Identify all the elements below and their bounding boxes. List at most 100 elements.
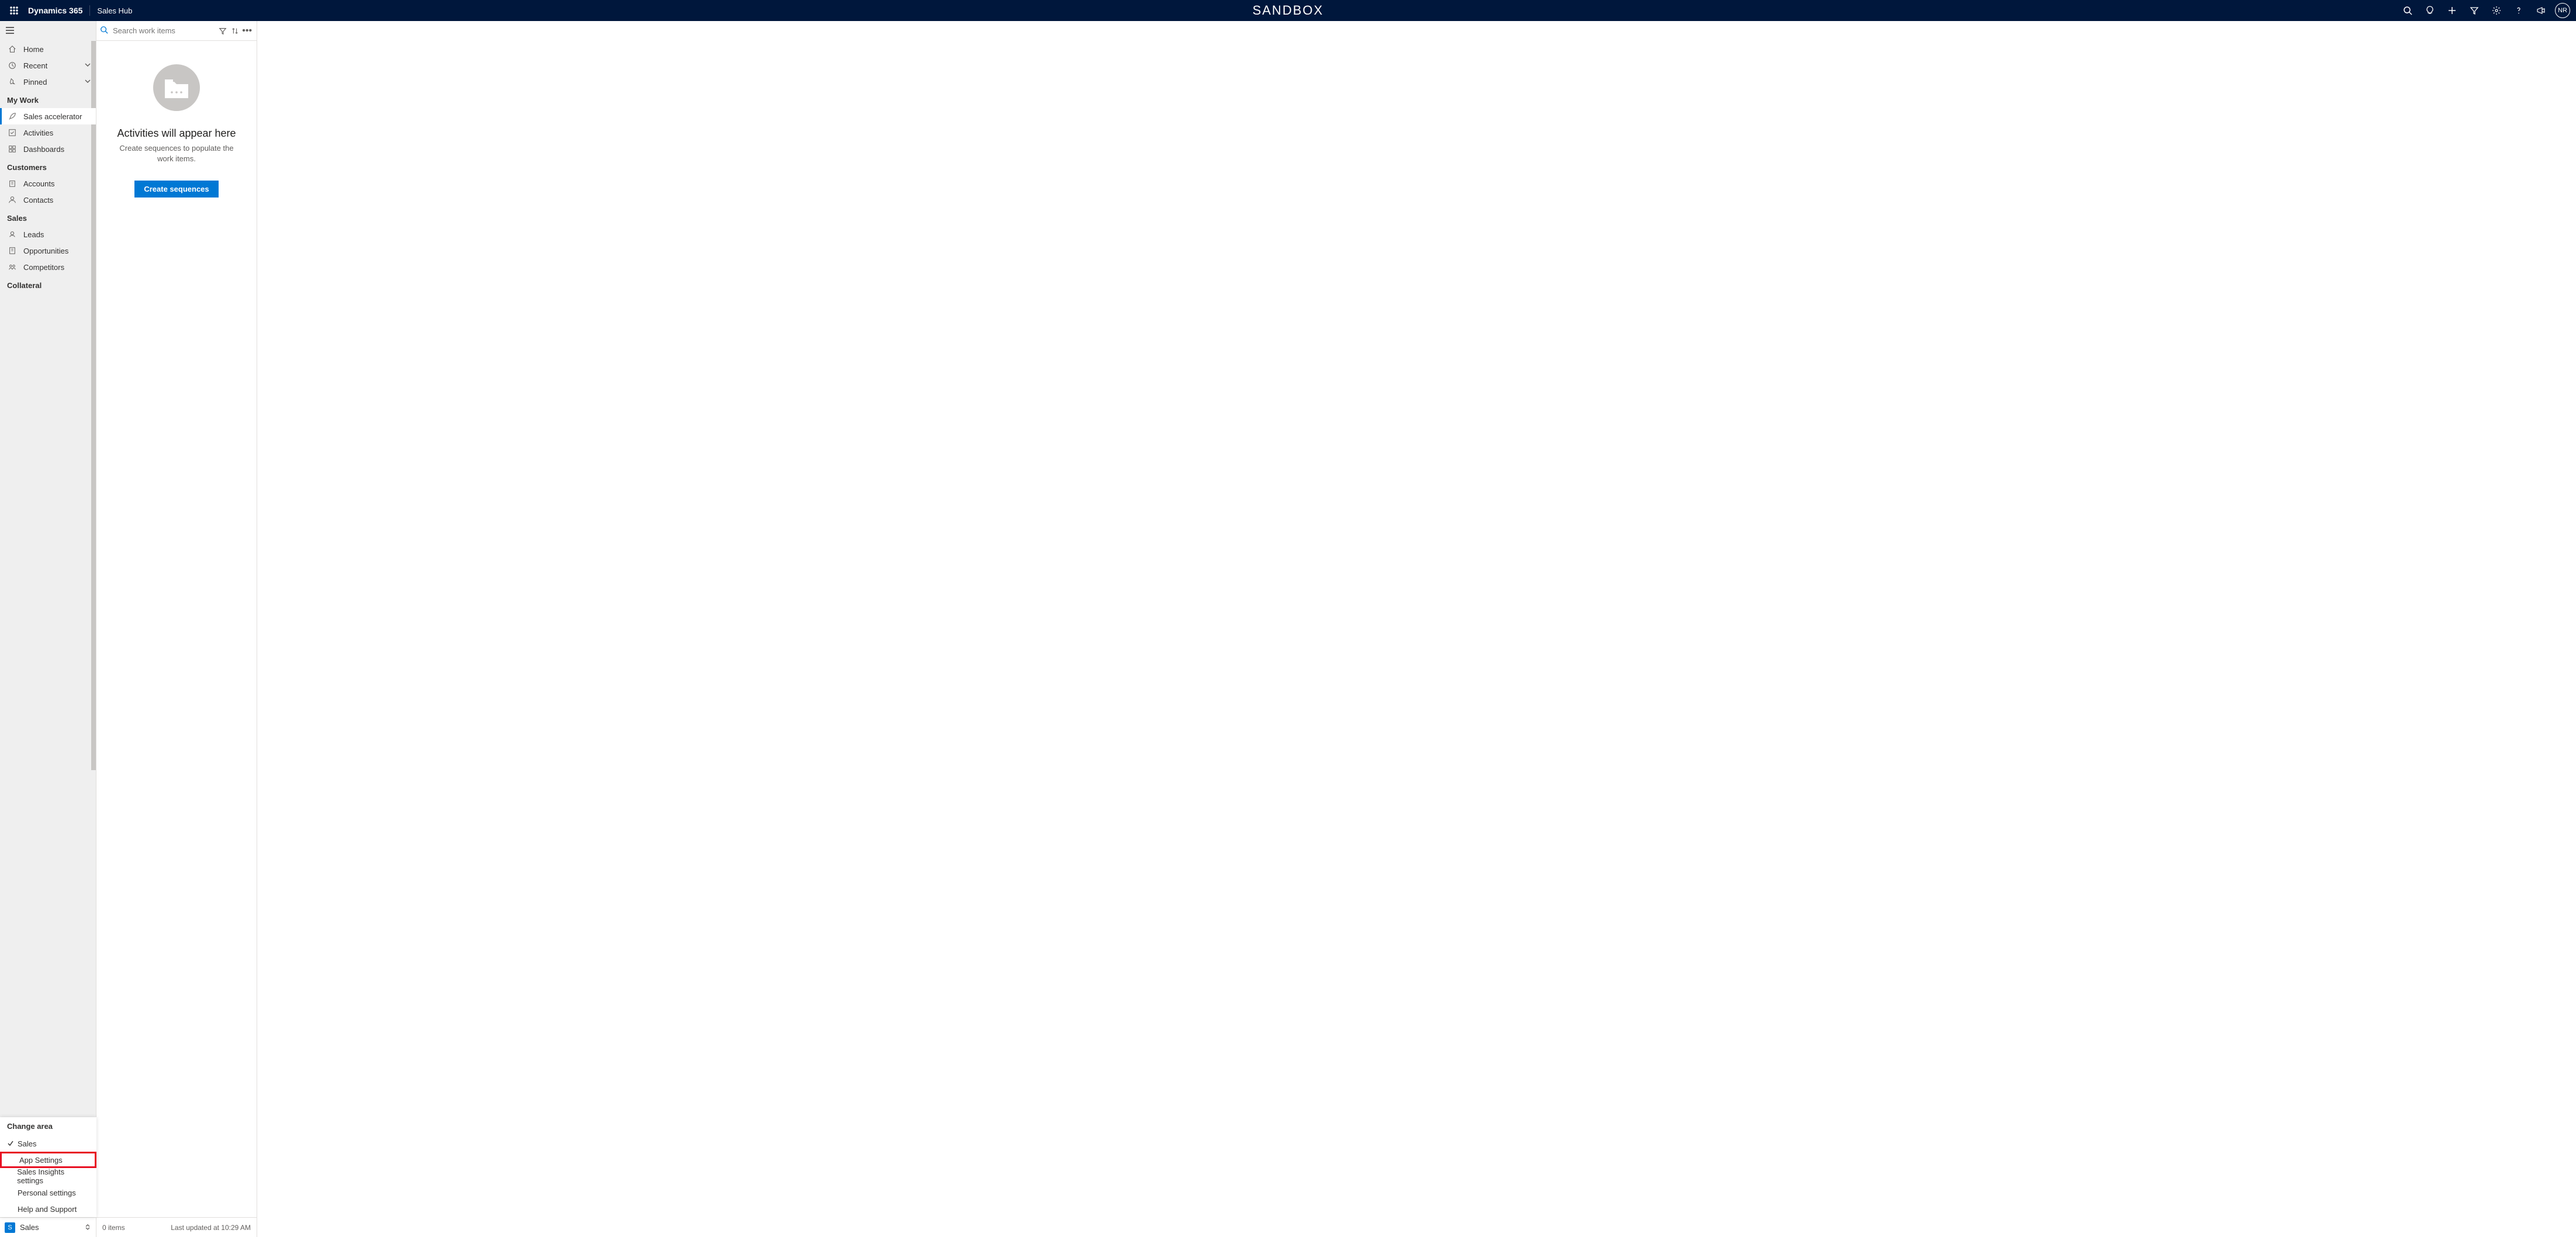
nav-collapse-button[interactable] bbox=[5, 25, 15, 37]
work-statusbar: 0 items Last updated at 10:29 AM bbox=[96, 1217, 257, 1237]
nav-competitors[interactable]: Competitors bbox=[0, 259, 96, 275]
work-empty-state: Activities will appear here Create seque… bbox=[96, 41, 257, 1217]
area-option-insights[interactable]: Sales Insights settings bbox=[0, 1168, 96, 1184]
nav-home[interactable]: Home bbox=[0, 41, 96, 57]
dashboard-icon bbox=[8, 145, 20, 153]
nav-label: Recent bbox=[23, 61, 47, 70]
share-button[interactable] bbox=[2530, 0, 2551, 21]
funnel-icon bbox=[2470, 6, 2479, 15]
help-button[interactable] bbox=[2508, 0, 2529, 21]
nav-opportunities[interactable]: Opportunities bbox=[0, 242, 96, 259]
settings-button[interactable] bbox=[2486, 0, 2507, 21]
area-option-label: Sales Insights settings bbox=[17, 1167, 89, 1185]
nav-group-mywork: My Work bbox=[0, 90, 96, 108]
sort-icon bbox=[231, 27, 239, 35]
user-avatar[interactable]: NR bbox=[2555, 3, 2570, 18]
app-launcher-button[interactable] bbox=[4, 0, 25, 21]
nav-sales-accelerator[interactable]: Sales accelerator bbox=[0, 108, 96, 124]
folder-icon bbox=[164, 76, 189, 99]
empty-illustration bbox=[153, 64, 200, 111]
global-header: Dynamics 365 Sales Hub SANDBOX NR bbox=[0, 0, 2576, 21]
change-area-flyout: Change area Sales App Settings Sales Ins… bbox=[0, 1117, 96, 1217]
nav-label: Pinned bbox=[23, 78, 47, 86]
waffle-icon bbox=[9, 6, 19, 15]
checklist-icon bbox=[8, 129, 20, 137]
area-option-help[interactable]: Help and Support bbox=[0, 1201, 96, 1217]
area-option-sales[interactable]: Sales bbox=[0, 1135, 96, 1152]
separator bbox=[89, 5, 90, 16]
site-nav: Home Recent Pinned My Work Sales acceler… bbox=[0, 21, 96, 1237]
area-option-label: Help and Support bbox=[18, 1205, 77, 1214]
lightbulb-icon bbox=[2425, 6, 2435, 15]
global-filter-button[interactable] bbox=[2464, 0, 2485, 21]
hamburger-icon bbox=[5, 25, 15, 36]
check-icon bbox=[7, 1140, 18, 1147]
nav-label: Accounts bbox=[23, 179, 54, 188]
area-option-app-settings[interactable]: App Settings bbox=[0, 1152, 96, 1168]
work-sort-button[interactable] bbox=[229, 27, 241, 35]
question-icon bbox=[2514, 6, 2523, 15]
nav-scrollbar[interactable] bbox=[91, 41, 96, 770]
pin-icon bbox=[8, 78, 20, 86]
person-icon bbox=[8, 196, 20, 204]
create-sequences-button[interactable]: Create sequences bbox=[134, 181, 218, 197]
home-icon bbox=[8, 45, 20, 53]
change-area-title: Change area bbox=[0, 1117, 96, 1135]
empty-title: Activities will appear here bbox=[117, 127, 236, 140]
work-search-input[interactable] bbox=[112, 26, 217, 36]
nav-label: Competitors bbox=[23, 263, 64, 272]
megaphone-icon bbox=[2536, 6, 2546, 15]
assistant-button[interactable] bbox=[2419, 0, 2440, 21]
gear-icon bbox=[2492, 6, 2501, 15]
nav-label: Activities bbox=[23, 129, 53, 137]
area-current-label: Sales bbox=[20, 1223, 39, 1232]
nav-group-collateral: Collateral bbox=[0, 275, 96, 293]
nav-label: Dashboards bbox=[23, 145, 64, 154]
header-right: NR bbox=[2397, 0, 2576, 21]
nav-contacts[interactable]: Contacts bbox=[0, 192, 96, 208]
work-items-pane: ••• Activities will appear here Create s… bbox=[96, 21, 257, 1237]
area-option-label: Sales bbox=[18, 1139, 37, 1148]
header-left: Dynamics 365 Sales Hub bbox=[0, 0, 132, 21]
nav-toggle-row bbox=[0, 21, 96, 41]
product-name[interactable]: Dynamics 365 bbox=[28, 6, 82, 15]
search-icon bbox=[100, 26, 108, 36]
funnel-icon bbox=[219, 27, 227, 35]
work-filter-button[interactable] bbox=[217, 27, 229, 35]
nav-activities[interactable]: Activities bbox=[0, 124, 96, 141]
nav-label: Opportunities bbox=[23, 247, 68, 255]
search-button[interactable] bbox=[2397, 0, 2418, 21]
nav-recent[interactable]: Recent bbox=[0, 57, 96, 74]
environment-badge: SANDBOX bbox=[1253, 3, 1324, 18]
app-name[interactable]: Sales Hub bbox=[97, 6, 132, 15]
new-button[interactable] bbox=[2442, 0, 2463, 21]
nav-label: Sales accelerator bbox=[23, 112, 82, 121]
nav-group-sales: Sales bbox=[0, 208, 96, 226]
nav-group-customers: Customers bbox=[0, 157, 96, 175]
leads-icon bbox=[8, 230, 20, 238]
area-switcher[interactable]: S Sales bbox=[0, 1217, 96, 1237]
area-option-label: App Settings bbox=[19, 1156, 63, 1165]
nav-dashboards[interactable]: Dashboards bbox=[0, 141, 96, 157]
clock-icon bbox=[8, 61, 20, 70]
nav-label: Home bbox=[23, 45, 44, 54]
nav-leads[interactable]: Leads bbox=[0, 226, 96, 242]
work-item-count: 0 items bbox=[102, 1224, 125, 1232]
chevron-updown-icon bbox=[84, 1223, 91, 1232]
work-more-button[interactable]: ••• bbox=[241, 26, 253, 36]
search-icon bbox=[2403, 6, 2412, 15]
nav-accounts[interactable]: Accounts bbox=[0, 175, 96, 192]
area-badge: S bbox=[5, 1222, 15, 1233]
nav-body: Home Recent Pinned My Work Sales acceler… bbox=[0, 41, 96, 1217]
more-icon: ••• bbox=[242, 26, 252, 36]
plus-icon bbox=[2447, 6, 2457, 15]
opportunity-icon bbox=[8, 247, 20, 255]
nav-pinned[interactable]: Pinned bbox=[0, 74, 96, 90]
area-option-label: Personal settings bbox=[18, 1189, 76, 1197]
work-toolbar: ••• bbox=[96, 21, 257, 41]
area-option-personal[interactable]: Personal settings bbox=[0, 1184, 96, 1201]
work-last-updated: Last updated at 10:29 AM bbox=[171, 1224, 251, 1232]
rocket-icon bbox=[8, 112, 20, 120]
nav-label: Leads bbox=[23, 230, 44, 239]
chevron-down-icon bbox=[84, 61, 91, 70]
